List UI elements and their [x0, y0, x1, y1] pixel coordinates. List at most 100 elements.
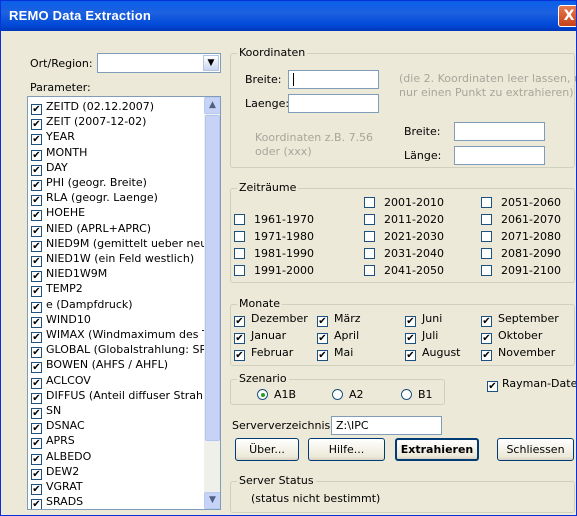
checkbox-icon — [364, 231, 375, 242]
scroll-down-icon[interactable]: ▼ — [204, 492, 220, 509]
extract-button[interactable]: Extrahieren — [395, 438, 479, 461]
coordinate-hint-2: nur einen Punkt zu extrahieren) — [399, 86, 574, 99]
zeitraum-checkbox[interactable]: 2081-2090 — [481, 247, 561, 260]
monat-checkbox[interactable]: ✔ April — [317, 329, 359, 344]
zeitraum-checkbox[interactable]: 2011-2020 — [364, 213, 444, 226]
parameter-item[interactable]: ✔ WIND10 — [31, 312, 91, 328]
parameter-item[interactable]: ✔ MONTH — [31, 145, 87, 161]
laenge2-input[interactable] — [454, 146, 545, 165]
parameter-item[interactable]: ✔ GLOBAL (Globalstrahlung: SRA — [31, 342, 214, 359]
status-title: Server Status — [237, 474, 316, 487]
close-window-button[interactable]: X — [558, 5, 576, 27]
parameter-item[interactable]: ✔ e (Dampfdruck) — [31, 297, 133, 313]
parameter-item[interactable]: ✔ NIED9M (gemittelt ueber neun — [31, 236, 214, 252]
szenario-title: Szenario — [237, 372, 289, 385]
parameter-item[interactable]: ✔ NIED (APRL+APRC) — [31, 221, 151, 237]
check-icon: ✔ — [405, 350, 416, 361]
server-input[interactable]: Z:\IPC — [331, 416, 442, 435]
parameter-item[interactable]: ✔ RLA (geogr. Laenge) — [31, 190, 158, 207]
checkbox-icon — [481, 231, 492, 242]
radio-b1[interactable]: B1 — [401, 388, 433, 401]
parameter-scrollbar[interactable]: ▲ ▼ — [204, 97, 220, 509]
monat-checkbox[interactable]: ✔ Februar — [234, 346, 293, 361]
parameter-item[interactable]: ✔ PHI (geogr. Breite) — [31, 175, 147, 191]
zeitraum-checkbox[interactable]: 2091-2100 — [481, 264, 561, 277]
monat-checkbox[interactable]: ✔ November — [481, 346, 555, 361]
monat-checkbox[interactable]: ✔ Mai — [317, 346, 353, 361]
window-title: REMO Data Extraction — [9, 8, 151, 23]
check-icon: ✔ — [481, 333, 492, 344]
monat-checkbox[interactable]: ✔ Januar — [234, 329, 286, 344]
rayman-checkbox[interactable]: ✔ Rayman-Datei — [487, 377, 576, 392]
zeitraum-checkbox[interactable]: 1981-1990 — [234, 247, 314, 260]
koordinaten-title: Koordinaten — [237, 46, 308, 59]
check-icon: ✔ — [234, 350, 245, 361]
monat-checkbox[interactable]: ✔ August — [405, 346, 461, 361]
parameter-item[interactable]: ✔ HOEHE — [31, 205, 85, 222]
parameter-item[interactable]: ✔ BOWEN (AHFS / AHFL) — [31, 357, 168, 374]
parameter-item[interactable]: ✔ DAY — [31, 160, 68, 176]
chevron-down-icon[interactable]: ▼ — [203, 55, 219, 71]
breite2-input[interactable] — [454, 122, 545, 141]
parameter-list[interactable]: ✔ ZEITD (02.12.2007) ✔ ZEIT (2007-12-02) ✔ YE… — [27, 96, 221, 510]
parameter-item[interactable]: ✔ ACLCOV — [31, 373, 91, 389]
parameter-item[interactable]: ✔ VGRAT — [31, 479, 83, 495]
checkbox-icon — [364, 265, 375, 276]
coordinate-hint-1: (die 2. Koordinaten leer lassen, um — [399, 72, 577, 85]
radio-a2[interactable]: A2 — [332, 388, 364, 401]
check-icon: ✔ — [481, 316, 492, 327]
parameter-item[interactable]: ✔ ZEITD (02.12.2007) — [31, 99, 154, 115]
radio-a1b[interactable]: A1B — [257, 388, 296, 401]
parameter-item[interactable]: ✔ SN — [31, 403, 61, 419]
parameter-item[interactable]: ✔ ZEIT (2007-12-02) — [31, 114, 146, 131]
parameter-item[interactable]: ✔ APRS — [31, 433, 75, 450]
parameter-item[interactable]: ✔ DEW2 — [31, 464, 79, 480]
zeitraum-checkbox[interactable]: 1961-1970 — [234, 213, 314, 226]
zeitraum-checkbox[interactable]: 2001-2010 — [364, 196, 444, 209]
parameter-item[interactable]: ✔ DSNAC — [31, 418, 85, 435]
laenge-input[interactable] — [288, 94, 379, 113]
zeitraum-checkbox[interactable]: 2041-2050 — [364, 264, 444, 277]
coordinate-example-2: oder (xxx) — [255, 145, 312, 158]
status-text: (status nicht bestimmt) — [251, 492, 381, 505]
breite-label: Breite: — [245, 73, 282, 86]
parameter-item[interactable]: ✔ WIMAX (Windmaximum des Ta — [31, 327, 214, 343]
parameter-item[interactable]: ✔ YEAR — [31, 129, 75, 146]
monat-checkbox[interactable]: ✔ Juli — [405, 329, 438, 344]
close-button[interactable]: Schliessen — [497, 438, 574, 461]
monat-checkbox[interactable]: ✔ Juni — [405, 312, 442, 327]
monat-checkbox[interactable]: ✔ Oktober — [481, 329, 542, 344]
scroll-up-icon[interactable]: ▲ — [204, 97, 220, 114]
parameter-label: Parameter: — [30, 81, 91, 94]
scrollbar-thumb[interactable] — [205, 115, 220, 441]
breite-input[interactable] — [288, 70, 379, 89]
zeitraum-checkbox[interactable]: 2021-2030 — [364, 230, 444, 243]
zeitraum-checkbox[interactable]: 2071-2080 — [481, 230, 561, 243]
title-bar[interactable]: REMO Data Extraction X — [1, 1, 576, 31]
monat-checkbox[interactable]: ✔ März — [317, 312, 361, 327]
parameter-item[interactable]: ✔ NIED1W9M — [31, 266, 107, 283]
zeitraum-checkbox[interactable]: 1991-2000 — [234, 264, 314, 277]
check-icon: ✔ — [487, 381, 498, 392]
check-icon: ✔ — [234, 316, 245, 327]
parameter-item[interactable]: ✔ TEMP2 — [31, 281, 83, 298]
monat-checkbox[interactable]: ✔ September — [481, 312, 559, 327]
parameter-item[interactable]: ✔ DIFFUS (Anteil diffuser Strahlu — [31, 388, 213, 404]
zeitraum-checkbox[interactable]: 2031-2040 — [364, 247, 444, 260]
breite2-label: Breite: — [404, 125, 441, 138]
zeitraum-checkbox[interactable]: 2061-2070 — [481, 213, 561, 226]
coordinate-example-1: Koordinaten z.B. 7.56 — [255, 131, 374, 144]
about-button[interactable]: Über... — [235, 438, 299, 461]
parameter-item[interactable]: ✔ SRADS — [31, 494, 83, 509]
checkbox-icon — [481, 197, 492, 208]
ort-region-select[interactable]: ▼ — [97, 53, 221, 73]
checkbox-icon — [364, 214, 375, 225]
help-button[interactable]: Hilfe... — [308, 438, 385, 461]
zeitraum-checkbox[interactable]: 1971-1980 — [234, 230, 314, 243]
monat-checkbox[interactable]: ✔ Dezember — [234, 312, 308, 327]
parameter-item[interactable]: ✔ ALBEDO — [31, 449, 91, 465]
zeitraum-checkbox[interactable]: 2051-2060 — [481, 196, 561, 209]
radio-selected-icon — [257, 389, 268, 400]
parameter-item[interactable]: ✔ NIED1W (ein Feld westlich) — [31, 251, 194, 267]
check-icon: ✔ — [405, 316, 416, 327]
